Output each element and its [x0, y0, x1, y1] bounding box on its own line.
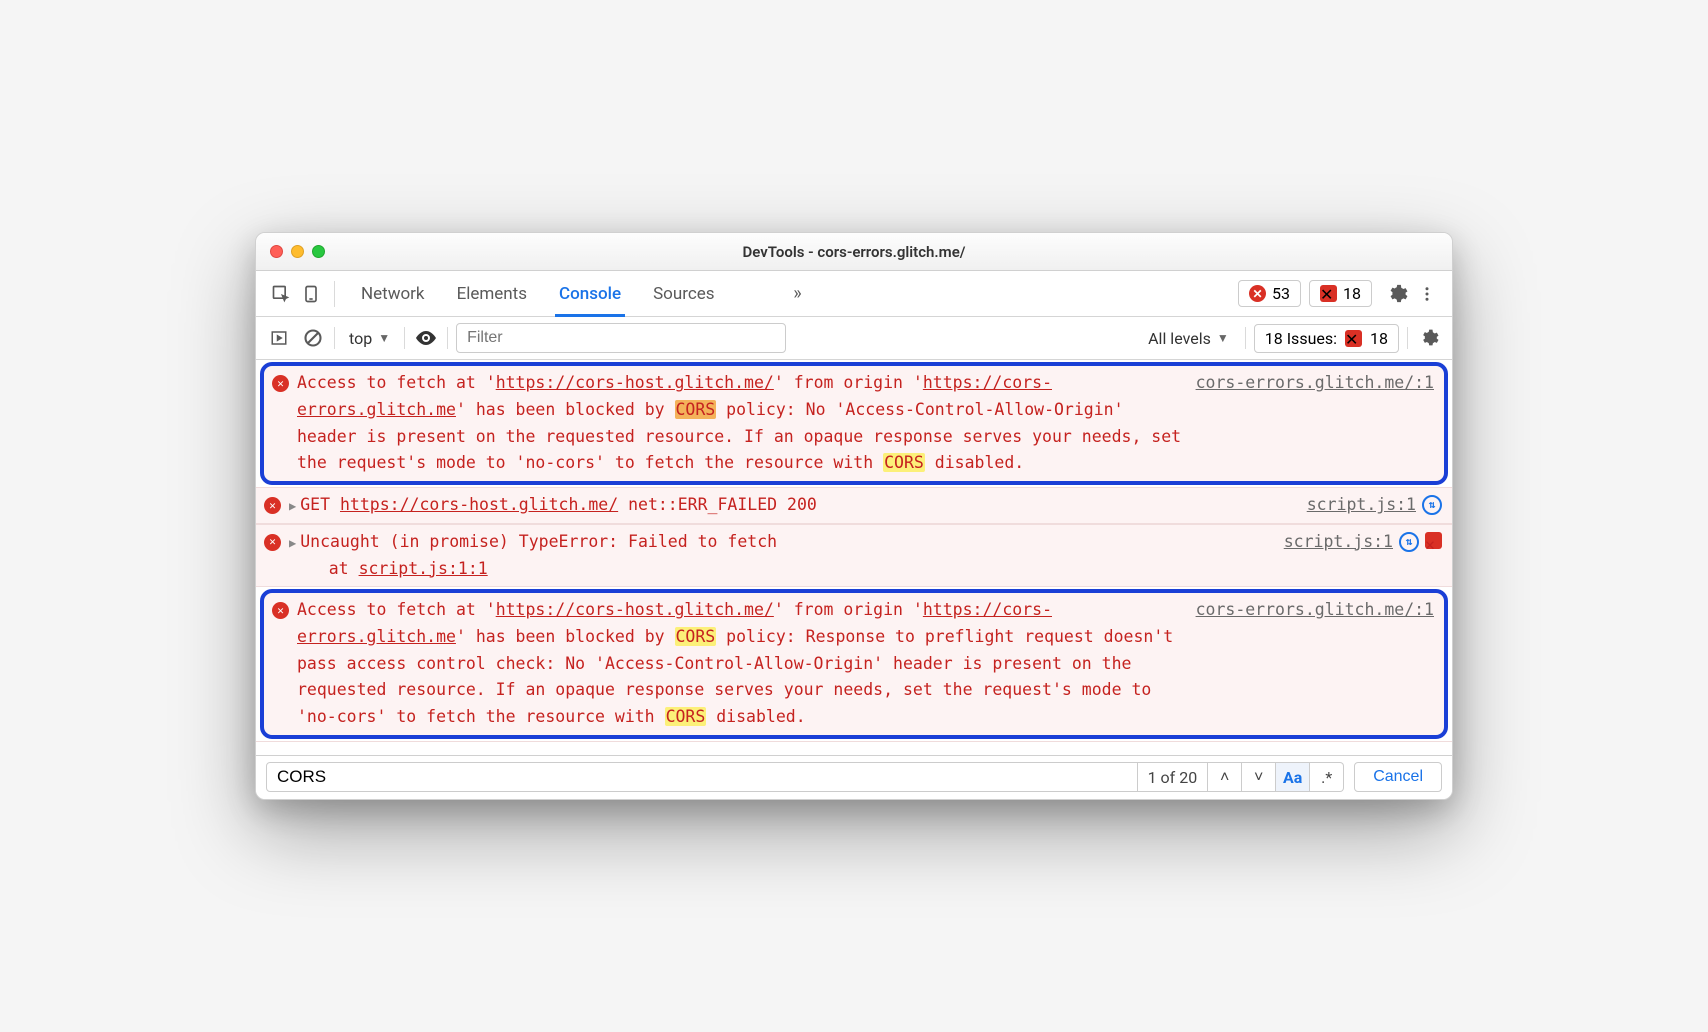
refetch-icon[interactable]: ⇅	[1399, 532, 1419, 552]
error-count-badge[interactable]: ✕ 53	[1238, 280, 1301, 307]
status-badges: ✕ 53 ✕ 18	[1238, 280, 1372, 307]
settings-icon[interactable]	[1382, 279, 1412, 309]
issues-label: 18 Issues:	[1265, 329, 1337, 348]
console-message: ▶Uncaught (in promise) TypeError: Failed…	[289, 529, 1274, 582]
tab-network[interactable]: Network	[357, 274, 429, 314]
minimize-button[interactable]	[291, 245, 304, 258]
console-row[interactable]: ✕ Access to fetch at 'https://cors-host.g…	[260, 589, 1448, 739]
panel-tabs-row: Network Elements Console Sources » ✕ 53 ✕ 1…	[256, 271, 1452, 317]
console-messages: ✕ Access to fetch at 'https://cors-host.g…	[256, 362, 1452, 739]
tab-console[interactable]: Console	[555, 274, 625, 317]
error-icon: ✕	[1249, 285, 1266, 302]
issue-icon[interactable]: ✕	[1425, 532, 1442, 549]
tab-sources[interactable]: Sources	[649, 274, 718, 314]
row-actions: ⇅	[1422, 495, 1442, 515]
row-actions: ⇅✕	[1399, 532, 1442, 552]
source-link[interactable]: cors-errors.glitch.me/:1	[1196, 370, 1434, 397]
clear-console-icon[interactable]	[300, 325, 326, 351]
caret-down-icon: ▼	[1217, 331, 1229, 345]
issue-icon: ✕	[1320, 285, 1337, 302]
console-row[interactable]: ✕ ▶Uncaught (in promise) TypeError: Faile…	[256, 524, 1452, 587]
separator	[404, 327, 405, 349]
separator	[1245, 327, 1246, 349]
disclosure-triangle-icon[interactable]: ▶	[289, 536, 296, 550]
more-tabs-button[interactable]: »	[787, 279, 809, 309]
levels-label: All levels	[1148, 329, 1211, 348]
match-case-button[interactable]: Aa	[1276, 762, 1310, 792]
error-icon: ✕	[264, 497, 281, 514]
console-row[interactable]: ✕ ▶GET https://cors-host.glitch.me/ net::…	[256, 487, 1452, 524]
issue-icon: ✕	[1345, 330, 1362, 347]
toggle-sidebar-icon[interactable]	[266, 325, 292, 351]
device-toolbar-icon[interactable]	[296, 279, 326, 309]
find-bar: 1 of 20 ˄ ˅ Aa .* Cancel	[256, 755, 1452, 799]
find-prev-button[interactable]: ˄	[1208, 762, 1242, 792]
disclosure-triangle-icon[interactable]: ▶	[289, 499, 296, 513]
inspect-element-icon[interactable]	[266, 279, 296, 309]
close-button[interactable]	[270, 245, 283, 258]
caret-down-icon: ▼	[378, 331, 390, 345]
issues-summary[interactable]: 18 Issues: ✕ 18	[1254, 324, 1399, 353]
find-input[interactable]	[266, 762, 1138, 792]
source-link[interactable]: script.js:1	[1307, 492, 1416, 519]
tab-elements[interactable]: Elements	[453, 274, 531, 314]
source-link[interactable]: script.js:1	[1284, 529, 1393, 556]
error-icon: ✕	[272, 602, 289, 619]
window-titlebar: DevTools - cors-errors.glitch.me/	[256, 233, 1452, 271]
context-selector[interactable]: top ▼	[343, 329, 396, 348]
kebab-menu-icon[interactable]	[1412, 279, 1442, 309]
refetch-icon[interactable]: ⇅	[1422, 495, 1442, 515]
find-next-button[interactable]: ˅	[1242, 762, 1276, 792]
issues-count-badge[interactable]: ✕ 18	[1309, 280, 1372, 307]
separator	[1407, 327, 1408, 349]
issues-summary-count: 18	[1370, 329, 1388, 348]
console-settings-icon[interactable]	[1416, 325, 1442, 351]
console-toolbar: top ▼ All levels ▼ 18 Issues: ✕ 18	[256, 317, 1452, 360]
console-row[interactable]: ✕ Access to fetch at 'https://cors-host.g…	[260, 362, 1448, 485]
error-icon: ✕	[272, 375, 289, 392]
source-link[interactable]: cors-errors.glitch.me/:1	[1196, 597, 1434, 624]
context-label: top	[349, 329, 372, 348]
panel-tabs: Network Elements Console Sources	[357, 274, 787, 314]
devtools-window: DevTools - cors-errors.glitch.me/ Networ…	[255, 232, 1453, 800]
find-cancel-button[interactable]: Cancel	[1354, 762, 1442, 792]
regex-button[interactable]: .*	[1310, 762, 1344, 792]
maximize-button[interactable]	[312, 245, 325, 258]
error-count: 53	[1272, 284, 1290, 303]
console-message: ▶GET https://cors-host.glitch.me/ net::E…	[289, 492, 1297, 519]
separator	[447, 327, 448, 349]
traffic-lights	[270, 245, 325, 258]
console-message: Access to fetch at 'https://cors-host.gl…	[297, 370, 1186, 477]
live-expression-icon[interactable]	[413, 325, 439, 351]
issues-count: 18	[1343, 284, 1361, 303]
separator	[334, 327, 335, 349]
filter-input[interactable]	[456, 323, 786, 353]
separator	[334, 281, 335, 307]
window-title: DevTools - cors-errors.glitch.me/	[256, 243, 1452, 261]
console-message: Access to fetch at 'https://cors-host.gl…	[297, 597, 1186, 731]
log-levels-selector[interactable]: All levels ▼	[1140, 329, 1237, 348]
find-controls: ˄ ˅ Aa .*	[1208, 762, 1344, 792]
error-icon: ✕	[264, 534, 281, 551]
find-status: 1 of 20	[1138, 762, 1209, 792]
